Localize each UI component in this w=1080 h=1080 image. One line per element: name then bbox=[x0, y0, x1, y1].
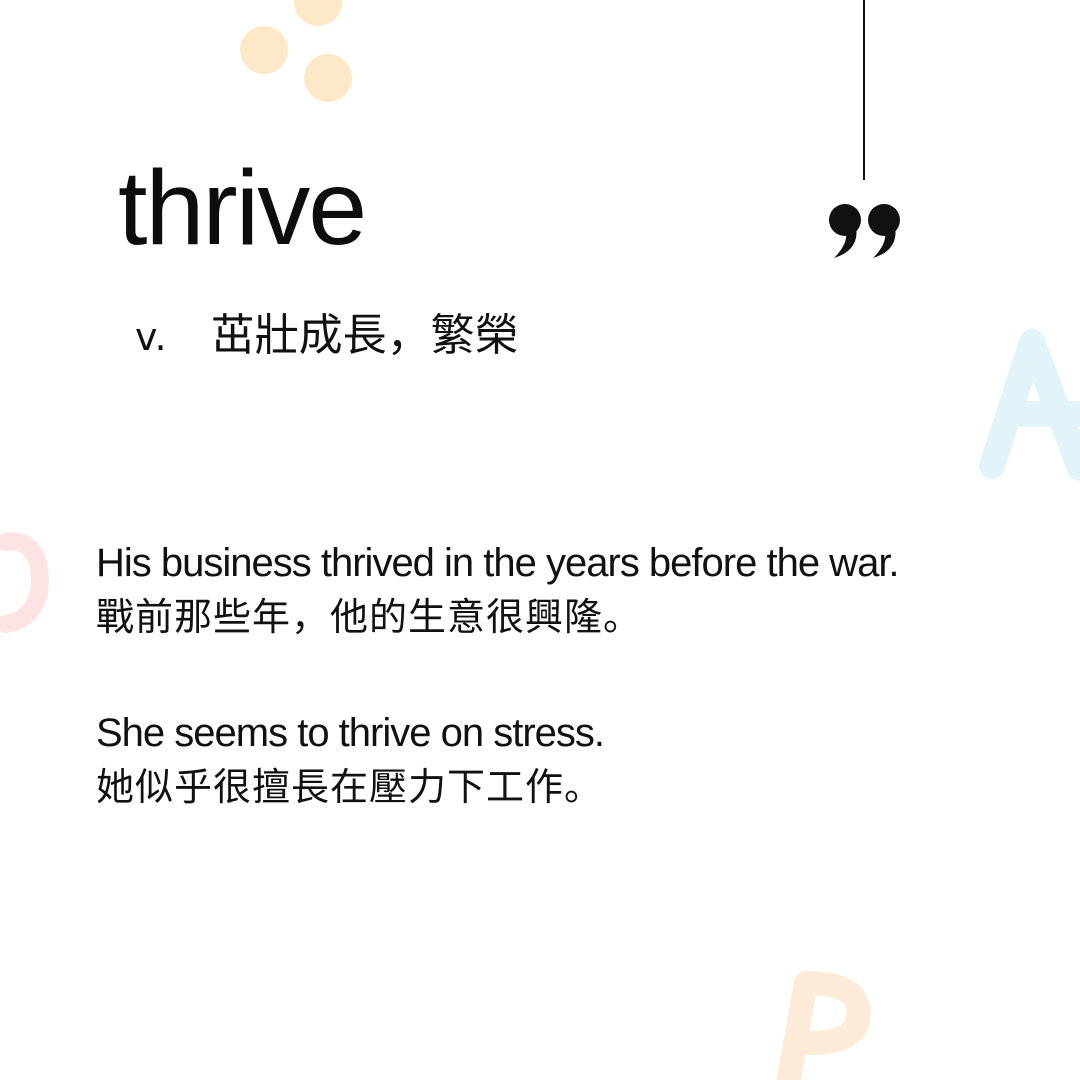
decorative-dot bbox=[294, 0, 342, 26]
definition-text: 茁壯成長，繁榮 bbox=[210, 310, 519, 361]
definition: v. 茁壯成長，繁榮 bbox=[135, 310, 519, 361]
decorative-dot bbox=[240, 26, 288, 74]
decorative-letter-c bbox=[0, 532, 50, 633]
headword: thrive bbox=[118, 149, 367, 267]
example-english: She seems to thrive on stress. bbox=[96, 711, 605, 755]
example-sentence: His business thrived in the years before… bbox=[96, 538, 900, 642]
part-of-speech: v. bbox=[135, 315, 167, 359]
example-english: His business thrived in the years before… bbox=[96, 541, 900, 585]
example-chinese: 戰前那些年，他的生意很興隆。 bbox=[96, 595, 643, 639]
quote-divider-line bbox=[863, 0, 865, 180]
example-chinese: 她似乎很擅長在壓力下工作。 bbox=[96, 765, 604, 809]
decorative-letter-b bbox=[776, 971, 871, 1080]
vocabulary-card: thrive v. 茁壯成長，繁榮 His business thrived in… bbox=[0, 0, 1080, 1080]
quote-mark-icon bbox=[829, 204, 900, 258]
decorative-letter-a bbox=[979, 329, 1080, 481]
example-sentence: She seems to thrive on stress. 她似乎很擅長在壓力… bbox=[96, 708, 605, 812]
decorative-dot bbox=[304, 54, 352, 102]
